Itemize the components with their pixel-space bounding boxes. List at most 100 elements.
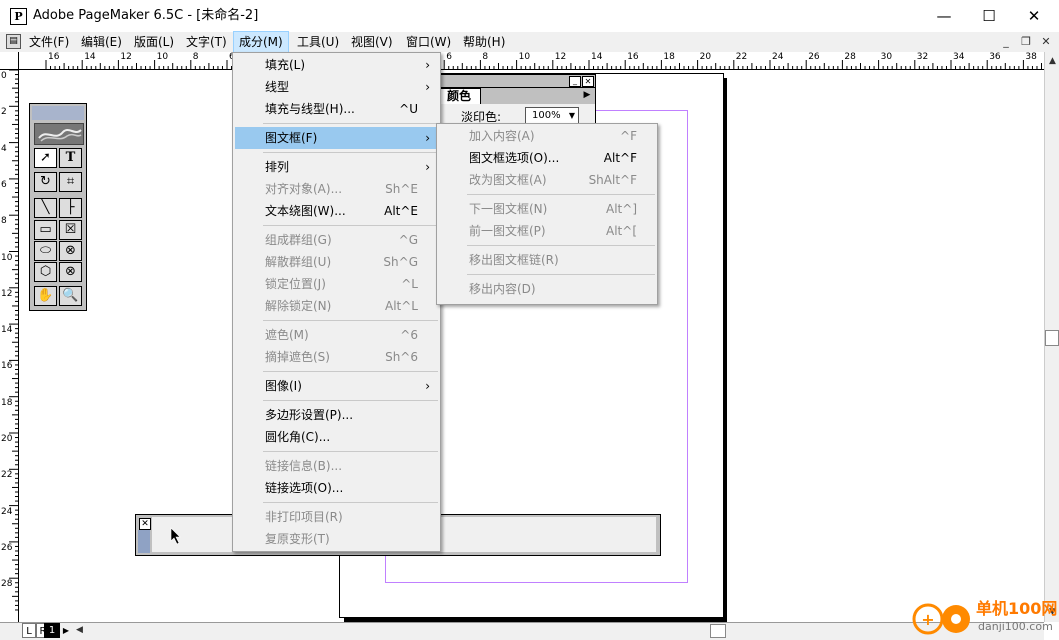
- close-button[interactable]: ✕: [1014, 4, 1054, 28]
- menu-item-label: 下一图文框(N): [469, 202, 548, 216]
- minimize-button[interactable]: —: [924, 4, 964, 28]
- scroll-up-icon[interactable]: ▲: [1045, 54, 1059, 69]
- element-menu-item[interactable]: 锁定位置(J) ^L: [235, 273, 438, 295]
- element-menu-item[interactable]: 图像(I) ›: [235, 375, 438, 397]
- element-menu-item[interactable]: 复原变形(T): [235, 528, 438, 550]
- palette-menu-arrow-icon[interactable]: ▶: [581, 88, 593, 102]
- document-system-icon[interactable]: ▤: [6, 34, 21, 49]
- menu-utilities[interactable]: 工具(U): [292, 32, 344, 52]
- element-menu-item[interactable]: 圆化角(C)...: [235, 426, 438, 448]
- mdi-close-button[interactable]: ✕: [1036, 33, 1056, 51]
- tint-select[interactable]: 100% ▼: [525, 107, 579, 124]
- ellipse-frame-tool-icon[interactable]: ⊗: [59, 241, 82, 261]
- zoom-tool-icon[interactable]: 🔍: [59, 286, 82, 306]
- element-menu-item[interactable]: 解除锁定(N) Alt^L: [235, 295, 438, 317]
- colors-palette-titlebar[interactable]: _ ✕: [421, 75, 595, 88]
- menu-separator: [467, 274, 655, 275]
- hand-tool-icon[interactable]: ✋: [34, 286, 57, 306]
- palette-close-icon[interactable]: ✕: [582, 76, 594, 87]
- menu-file[interactable]: 文件(F): [24, 32, 74, 52]
- menu-item-shortcut: ^6: [400, 328, 418, 342]
- element-menu-item[interactable]: 链接选项(O)...: [235, 477, 438, 499]
- horizontal-ruler-label: 36: [989, 52, 1001, 62]
- menu-help[interactable]: 帮助(H): [458, 32, 510, 52]
- element-menu-item[interactable]: 链接信息(B)...: [235, 455, 438, 477]
- menu-item-label: 解散群组(U): [265, 255, 332, 269]
- menu-layout[interactable]: 版面(L): [129, 32, 179, 52]
- toolbox-titlebar[interactable]: [32, 106, 84, 120]
- element-menu-item[interactable]: 图文框(F) ›: [235, 127, 438, 149]
- tint-value: 100%: [532, 110, 561, 121]
- text-tool-icon[interactable]: T: [59, 148, 82, 168]
- element-menu-item[interactable]: 填充与线型(H)... ^U: [235, 98, 438, 120]
- horizontal-ruler-label: 20: [699, 52, 712, 62]
- menu-item-label: 图文框(F): [265, 131, 318, 145]
- rectangle-frame-tool-icon[interactable]: ☒: [59, 220, 82, 240]
- line-tool-icon[interactable]: ╲: [34, 198, 57, 218]
- constrained-line-tool-icon[interactable]: ├: [59, 198, 82, 218]
- crop-tool-icon[interactable]: ⌗: [59, 172, 82, 192]
- rotate-tool-icon[interactable]: ↻: [34, 172, 57, 192]
- polygon-frame-tool-icon[interactable]: ⊗: [59, 262, 82, 282]
- element-menu-item[interactable]: 解散群组(U) Sh^G: [235, 251, 438, 273]
- element-menu-item[interactable]: 多边形设置(P)...: [235, 404, 438, 426]
- menu-type[interactable]: 文字(T): [181, 32, 232, 52]
- horizontal-scroll-thumb[interactable]: [710, 624, 726, 638]
- menu-view[interactable]: 视图(V): [346, 32, 398, 52]
- maximize-button[interactable]: ☐: [969, 4, 1009, 28]
- toolbox-palette[interactable]: ➚ T ↻ ⌗ ╲ ├ ▭ ☒ ⬭ ⊗ ⬡ ⊗ ✋ 🔍: [29, 103, 87, 311]
- ruler-zero-point[interactable]: [0, 52, 19, 70]
- palette-minimize-icon[interactable]: _: [569, 76, 581, 87]
- frame-submenu-item[interactable]: 加入内容(A) ^F: [439, 125, 655, 147]
- element-menu-item[interactable]: 填充(L) ›: [235, 54, 438, 76]
- element-menu-item[interactable]: 摘掉遮色(S) Sh^6: [235, 346, 438, 368]
- frame-submenu-item[interactable]: 改为图文框(A) ShAlt^F: [439, 169, 655, 191]
- vertical-scrollbar[interactable]: ▲ ▼: [1044, 52, 1059, 622]
- close-icon[interactable]: ✕: [139, 518, 151, 530]
- menu-element[interactable]: 成分(M): [233, 31, 289, 53]
- left-master-page-icon[interactable]: L: [22, 623, 36, 638]
- app-icon[interactable]: P: [10, 8, 27, 25]
- vertical-scroll-thumb[interactable]: [1045, 330, 1059, 346]
- vertical-ruler-label: 24: [1, 506, 13, 517]
- frame-submenu-item[interactable]: 前一图文框(P) Alt^[: [439, 220, 655, 242]
- page-1-icon[interactable]: 1: [44, 623, 60, 638]
- frame-submenu-item[interactable]: 下一图文框(N) Alt^]: [439, 198, 655, 220]
- polygon-tool-icon[interactable]: ⬡: [34, 262, 57, 282]
- scroll-left-icon[interactable]: ◀: [72, 623, 87, 638]
- vertical-ruler-label: 2: [1, 107, 7, 118]
- horizontal-ruler[interactable]: 1614121086420246810121416182022242628303…: [18, 52, 1044, 70]
- svg-text:+: +: [921, 610, 934, 629]
- frame-submenu-item[interactable]: 图文框选项(O)... Alt^F: [439, 147, 655, 169]
- mdi-minimize-button[interactable]: _: [996, 33, 1016, 51]
- horizontal-ruler-label: 8: [192, 52, 199, 62]
- control-palette-handle[interactable]: [138, 530, 150, 553]
- colors-palette[interactable]: _ ✕ 颜色 ▶ 淡印色: 100% ▼: [420, 74, 596, 128]
- element-menu-item[interactable]: 遮色(M) ^6: [235, 324, 438, 346]
- rectangle-tool-icon[interactable]: ▭: [34, 220, 57, 240]
- element-menu-item[interactable]: 组成群组(G) ^G: [235, 229, 438, 251]
- frame-submenu-item[interactable]: 移出内容(D): [439, 278, 655, 300]
- ellipse-tool-icon[interactable]: ⬭: [34, 241, 57, 261]
- element-menu-item[interactable]: 文本绕图(W)... Alt^E: [235, 200, 438, 222]
- menu-separator: [263, 400, 438, 401]
- menu-item-label: 锁定位置(J): [265, 277, 326, 291]
- mdi-restore-button[interactable]: ❐: [1016, 33, 1036, 51]
- vertical-ruler[interactable]: 0 2 4 6 8 10 12 14 16 18 20 22 24 26 28: [0, 52, 19, 622]
- frame-submenu-item[interactable]: 移出图文框链(R): [439, 249, 655, 271]
- menu-edit[interactable]: 编辑(E): [76, 32, 127, 52]
- element-menu-item[interactable]: 线型 ›: [235, 76, 438, 98]
- menu-window[interactable]: 窗口(W): [401, 32, 456, 52]
- chevron-down-icon: ▼: [568, 111, 575, 120]
- element-menu-item[interactable]: 对齐对象(A)... Sh^E: [235, 178, 438, 200]
- chevron-right-icon: ›: [425, 131, 430, 145]
- element-menu-item[interactable]: 排列 ›: [235, 156, 438, 178]
- menu-separator: [263, 152, 438, 153]
- chevron-right-icon: ›: [425, 58, 430, 72]
- pointer-tool-icon[interactable]: ➚: [34, 148, 57, 168]
- page-icon-scroll-right-icon[interactable]: ▶: [62, 623, 70, 638]
- element-menu-item[interactable]: 非打印项目(R): [235, 506, 438, 528]
- menu-item-shortcut: ^G: [398, 233, 418, 247]
- menu-item-label: 填充(L): [265, 58, 306, 72]
- colors-tab[interactable]: 颜色: [437, 88, 481, 104]
